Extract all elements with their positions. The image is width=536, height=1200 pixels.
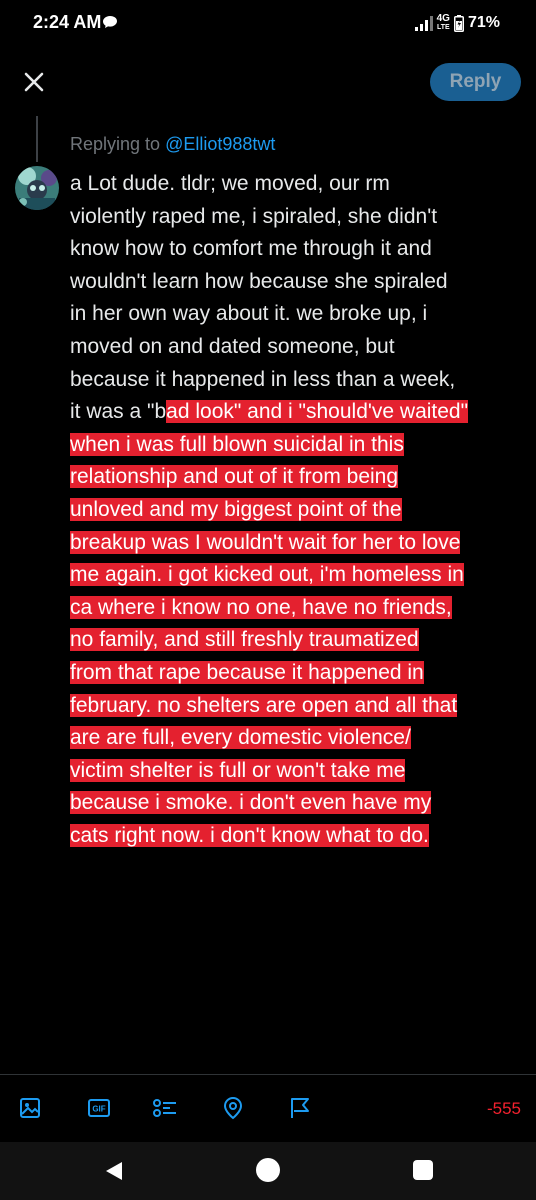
back-icon[interactable] — [102, 1159, 126, 1183]
replying-to-label: Replying to — [70, 134, 166, 154]
selected-text-segment: are are full, every domestic violence/ — [70, 726, 411, 750]
reply-text-line: when i was full blown suicidal in this — [70, 429, 536, 462]
selected-text-segment: me again. i got kicked out, i'm homeless… — [70, 563, 464, 587]
close-icon — [24, 72, 44, 92]
battery-icon — [453, 14, 464, 32]
selected-text-segment: ca where i know no one, have no friends, — [70, 595, 452, 619]
selected-text-segment: when i was full blown suicidal in this — [70, 432, 404, 456]
reply-button[interactable]: Reply — [430, 63, 521, 101]
reply-text-line: from that rape because it happened in — [70, 657, 536, 690]
poll-icon — [153, 1099, 176, 1117]
image-button[interactable] — [16, 1094, 44, 1122]
reply-text-line: because i smoke. i don't even have my — [70, 787, 536, 820]
reply-text-line: victim shelter is full or won't take me — [70, 755, 536, 788]
reply-text-segment: it was a "b — [70, 400, 167, 424]
recents-icon[interactable] — [413, 1160, 433, 1180]
battery-percent: 71% — [467, 14, 500, 31]
selected-text-segment: relationship and out of it from being — [70, 465, 399, 489]
replying-to-handle[interactable]: @Elliot988twt — [165, 134, 275, 154]
reply-text-line: me again. i got kicked out, i'm homeless… — [70, 559, 536, 592]
character-count: -555 — [486, 1099, 521, 1118]
gif-button[interactable]: GIF — [85, 1094, 113, 1122]
selected-text-segment: unloved and my biggest point of the — [70, 497, 402, 521]
reply-text-line: breakup was I wouldn't wait for her to l… — [70, 527, 536, 560]
selected-text-segment: february. no shelters are open and all t… — [70, 693, 458, 717]
flag-icon — [291, 1098, 309, 1118]
reply-text[interactable]: a Lot dude. tldr; we moved, our rm violen… — [70, 168, 536, 852]
status-indicators: 4G LTE 71% — [414, 11, 500, 35]
reply-text-line: unloved and my biggest point of the — [70, 494, 536, 527]
avatar[interactable] — [15, 166, 59, 210]
signal-icon — [414, 16, 433, 31]
home-icon[interactable] — [256, 1158, 280, 1182]
reply-text-line: are are full, every domestic violence/ — [70, 722, 536, 755]
location-button[interactable] — [219, 1094, 247, 1122]
thread-line — [36, 116, 38, 162]
selected-text-segment: from that rape because it happened in — [70, 660, 424, 684]
selected-text-segment: ad look" and i "should've waited" — [166, 400, 469, 424]
location-icon — [223, 1096, 243, 1120]
reply-text-line: no family, and still freshly traumatized — [70, 624, 536, 657]
reply-text-line: because it happened in less than a week, — [70, 367, 456, 391]
selected-text-segment: cats right now. i don't know what to do. — [70, 823, 429, 847]
reply-text-line: violently raped me, i spiraled, she didn… — [70, 204, 438, 228]
replying-to: Replying to @Elliot988twt — [70, 134, 275, 155]
poll-button[interactable] — [151, 1094, 179, 1122]
avatar-image — [15, 166, 59, 210]
reply-text-line: know how to comfort me through it and — [70, 237, 432, 261]
selected-text-segment: because i smoke. i don't even have my — [70, 791, 432, 815]
close-button[interactable] — [18, 66, 50, 98]
reply-text-line: wouldn't learn how because she spiraled — [70, 269, 448, 293]
reply-text-line: it was a "bad look" and i "should've wai… — [70, 396, 536, 429]
reply-text-line: a Lot dude. tldr; we moved, our rm — [70, 172, 390, 195]
svg-text:GIF: GIF — [92, 1105, 105, 1114]
reply-text-line: february. no shelters are open and all t… — [70, 690, 536, 723]
image-icon — [20, 1098, 40, 1118]
selected-text-segment: no family, and still freshly traumatized — [70, 628, 419, 652]
status-bar: 2:24 AM 4G LTE 71% — [0, 0, 536, 48]
chat-bubble-icon — [103, 16, 117, 28]
reply-text-line: in her own way about it. we broke up, i — [70, 302, 428, 326]
selected-text-segment: breakup was I wouldn't wait for her to l… — [70, 530, 461, 554]
gif-icon: GIF — [88, 1099, 110, 1117]
reply-text-line: ca where i know no one, have no friends, — [70, 592, 536, 625]
status-time: 2:24 AM — [33, 12, 102, 32]
network-type: 4G LTE — [436, 13, 450, 32]
reply-text-line: cats right now. i don't know what to do. — [70, 820, 536, 853]
divider — [0, 1074, 536, 1075]
reply-text-line: moved on and dated someone, but — [70, 334, 395, 358]
flag-button[interactable] — [286, 1094, 314, 1122]
selected-text-segment: victim shelter is full or won't take me — [70, 758, 406, 782]
reply-text-line: relationship and out of it from being — [70, 461, 536, 494]
